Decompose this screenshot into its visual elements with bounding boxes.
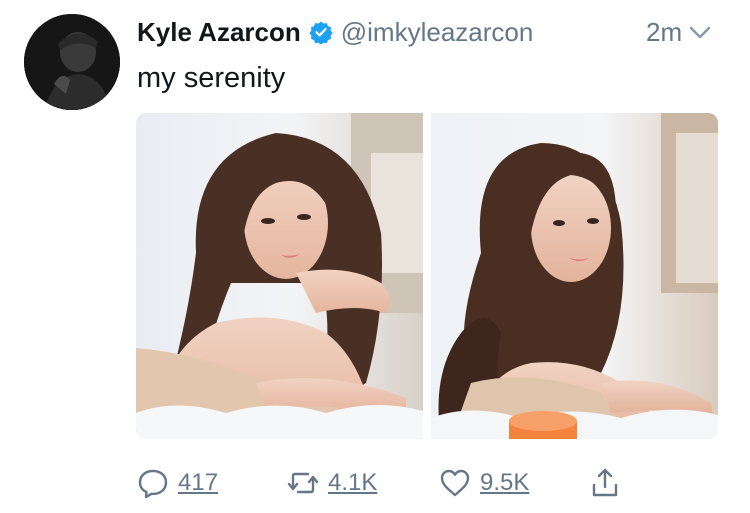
avatar[interactable] [24,14,120,110]
like-button[interactable]: 9.5K [438,460,529,506]
reply-icon [138,469,168,499]
chevron-down-icon[interactable] [688,20,712,44]
heart-icon [440,469,470,497]
time-label: 2m [646,16,683,47]
tweet-text: my serenity [137,62,286,94]
retweet-count[interactable]: 4.1K [328,469,377,497]
timestamp[interactable]: 2m [646,12,712,52]
reply-button[interactable]: 417 [136,460,218,506]
like-count[interactable]: 9.5K [480,469,529,497]
tweet-header: Kyle Azarcon @imkyleazarcon [137,12,533,52]
photo-left[interactable] [136,113,423,439]
retweet-icon [287,472,319,494]
photo-right[interactable] [431,113,718,439]
avatar-image [24,14,120,110]
share-button[interactable] [588,460,622,506]
handle[interactable]: @imkyleazarcon [341,17,534,48]
reply-count[interactable]: 417 [178,469,218,497]
verified-badge-icon [309,21,333,44]
display-name[interactable]: Kyle Azarcon [137,17,301,48]
tweet-actions: 417 4.1K 9.5K [136,460,736,506]
tweet[interactable]: Kyle Azarcon @imkyleazarcon 2m my sereni… [0,0,750,513]
share-icon [592,468,618,497]
retweet-button[interactable]: 4.1K [286,460,377,506]
